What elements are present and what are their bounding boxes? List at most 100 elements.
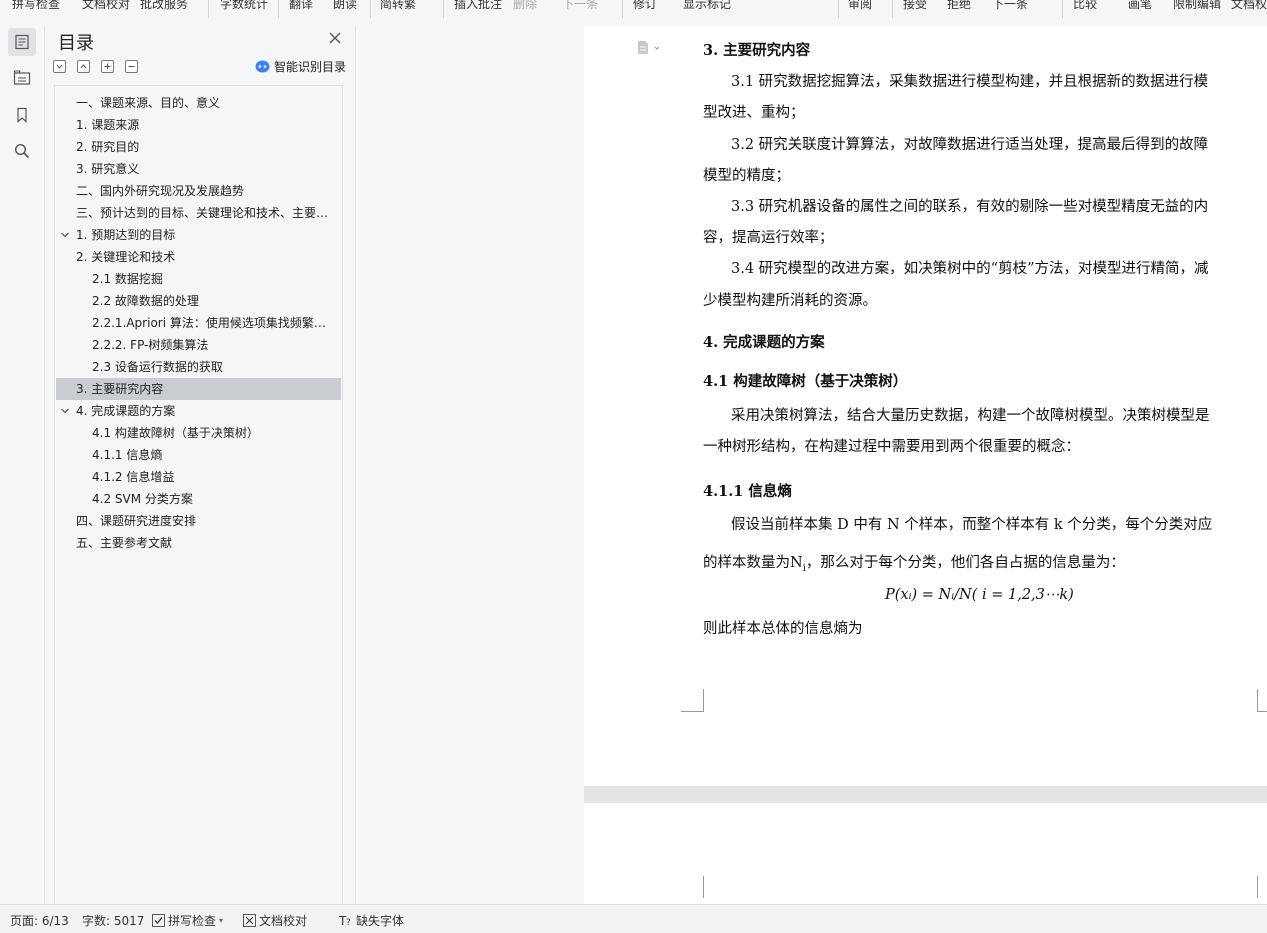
- paragraph-4-1-1-cont: 的样本数量为Ni，那么对于每个分类，他们各自占据的信息量为：: [703, 555, 1125, 574]
- chapter-icon: [13, 70, 31, 85]
- toc-item[interactable]: 2.2.1.Apriori 算法：使用候选项集找频繁项集: [56, 312, 334, 334]
- ribbon-translate[interactable]: 翻译: [289, 0, 313, 14]
- heading-4: 4. 完成课题的方案: [703, 334, 825, 351]
- paragraph-3-1: 3.1 研究数据挖掘算法，采集数据进行模型构建，并且根据新的数据进行模: [731, 74, 1209, 90]
- chapter-nav-button[interactable]: [8, 64, 36, 92]
- paragraph-4-1-1: 假设当前样本集 D 中有 N 个样本，而整个样本有 k 个分类，每个分类对应: [731, 517, 1213, 533]
- review-ribbon: 拼写检查 文档校对 批改服务 字数统计 翻译 朗读 简转繁 插入批注 删除 下一…: [0, 0, 1267, 27]
- check-box-icon: [152, 914, 165, 927]
- ribbon-restrict-editing[interactable]: 限制编辑: [1173, 0, 1221, 14]
- smart-toc-label: 智能识别目录: [274, 60, 347, 74]
- page-indicator[interactable]: 页面: 6/13: [10, 912, 69, 929]
- toc-icon: [15, 34, 29, 50]
- ribbon-insert-comment[interactable]: 插入批注: [454, 0, 502, 14]
- word-count[interactable]: 字数: 5017: [82, 912, 144, 929]
- ribbon-next-comment[interactable]: 下一条: [562, 0, 598, 14]
- search-button[interactable]: [8, 137, 36, 165]
- expand-toggle[interactable]: [60, 229, 70, 239]
- toc-list: 一、课题来源、目的、意义 1. 课题来源 2. 研究目的 3. 研究意义 二、国…: [54, 85, 343, 905]
- toc-item[interactable]: 2. 关键理论和技术: [56, 246, 341, 268]
- ribbon-simp-trad[interactable]: 简转繁: [380, 0, 416, 14]
- toc-item[interactable]: 二、国内外研究现况及发展趋势: [56, 180, 341, 202]
- svg-text:?: ?: [346, 918, 351, 927]
- ai-robot-icon: [255, 60, 270, 73]
- toc-item[interactable]: 2.2 故障数据的处理: [56, 290, 341, 312]
- toc-item[interactable]: 1. 课题来源: [56, 114, 341, 136]
- toc-item[interactable]: 2.1 数据挖掘: [56, 268, 341, 290]
- paragraph-3-3: 3.3 研究机器设备的属性之间的联系，有效的剔除一些对模型精度无益的内: [731, 199, 1209, 215]
- ribbon-show-markup[interactable]: 显示标记: [683, 0, 731, 14]
- toc-item[interactable]: 2.2.2. FP-树频集算法: [56, 334, 341, 356]
- collapse-all-button[interactable]: [77, 60, 90, 73]
- crop-mark: [1257, 689, 1267, 712]
- chevron-down-icon: ▾: [219, 916, 224, 925]
- next-page: [584, 803, 1267, 904]
- chevron-down-icon: [61, 232, 69, 238]
- paragraph-3-2-cont: 模型的精度；: [703, 168, 790, 184]
- chevron-up-icon: [80, 64, 87, 69]
- navigation-sidebar: [0, 26, 45, 904]
- remove-heading-button[interactable]: [125, 60, 138, 73]
- toc-item[interactable]: 3. 研究意义: [56, 158, 341, 180]
- spell-check-label: 拼写检查: [168, 914, 217, 928]
- proofread-label: 文档校对: [259, 914, 308, 928]
- search-icon: [14, 143, 30, 159]
- smart-toc-button[interactable]: 智能识别目录: [255, 58, 346, 75]
- ribbon-proofread[interactable]: 文档校对: [82, 0, 130, 14]
- toc-item[interactable]: 1. 预期达到的目标: [56, 224, 341, 246]
- toc-item[interactable]: 三、预计达到的目标、关键理论和技术、主要研究内容、完成课题的方案: [56, 202, 334, 224]
- bookmark-button[interactable]: [8, 101, 36, 129]
- missing-font-label: 缺失字体: [356, 914, 405, 928]
- paragraph-3-4: 3.4 研究模型的改进方案，如决策树中的“剪枝”方法，对模型进行精简，减: [731, 261, 1209, 277]
- toc-item[interactable]: 4.1.2 信息增益: [56, 466, 341, 488]
- paragraph-3-3-cont: 容，提高运行效率；: [703, 230, 834, 246]
- toc-item[interactable]: 4. 完成课题的方案: [56, 400, 341, 422]
- ribbon-delete-comment[interactable]: 删除: [513, 0, 537, 14]
- paragraph-layout-icon[interactable]: [636, 40, 664, 56]
- ribbon-doc-permission[interactable]: 文档权: [1231, 0, 1267, 14]
- heading-3: 3. 主要研究内容: [703, 42, 811, 59]
- ribbon-spell-check[interactable]: 拼写检查: [12, 0, 60, 14]
- plus-icon: [104, 63, 111, 70]
- status-bar: 页面: 6/13 字数: 5017 拼写检查 ▾ 文档校对 T? 缺失字体: [0, 904, 1267, 933]
- proofread-status[interactable]: 文档校对: [243, 912, 307, 929]
- ribbon-compare[interactable]: 比较: [1073, 0, 1097, 14]
- toc-item[interactable]: 2. 研究目的: [56, 136, 341, 158]
- paragraph-entropy: 则此样本总体的信息熵为: [703, 621, 863, 637]
- toc-item[interactable]: 五、主要参考文献: [56, 532, 341, 554]
- paragraph-4-1-cont: 一种树形结构，在构建过程中需要用到两个很重要的概念：: [703, 439, 1080, 455]
- ribbon-accept[interactable]: 接受: [903, 0, 927, 14]
- toc-item[interactable]: 4.1.1 信息熵: [56, 444, 341, 466]
- ribbon-next-change[interactable]: 下一条: [992, 0, 1028, 14]
- missing-font-icon: T?: [339, 914, 351, 927]
- expand-all-button[interactable]: [53, 60, 66, 73]
- toc-item[interactable]: 4.1 构建故障树（基于决策树）: [56, 422, 341, 444]
- toc-item[interactable]: 2.3 设备运行数据的获取: [56, 356, 341, 378]
- document-page: 3. 主要研究内容 3.1 研究数据挖掘算法，采集数据进行模型构建，并且根据新的…: [584, 26, 1267, 786]
- missing-font-status[interactable]: T? 缺失字体: [339, 912, 404, 929]
- spell-check-status[interactable]: 拼写检查 ▾: [152, 912, 223, 929]
- toc-item-selected[interactable]: 3. 主要研究内容: [56, 378, 341, 400]
- paragraph-3-1-cont: 型改进、重构；: [703, 105, 805, 121]
- formula: P(xᵢ) = Nᵢ/N( i = 1,2,3⋯k): [885, 587, 1074, 603]
- paragraph-4-1: 采用决策树算法，结合大量历史数据，构建一个故障树模型。决策树模型是: [731, 408, 1210, 424]
- ribbon-pen[interactable]: 画笔: [1128, 0, 1152, 14]
- heading-4-1: 4.1 构建故障树（基于决策树）: [703, 373, 908, 390]
- ribbon-track-changes[interactable]: 修订: [633, 0, 657, 14]
- toc-panel: 目录 智能识别目录 一、课题来源、目的、意义 1. 课题来源 2. 研究目的 3…: [45, 26, 356, 905]
- toc-item[interactable]: 4.2 SVM 分类方案: [56, 488, 341, 510]
- ribbon-read-aloud[interactable]: 朗读: [333, 0, 357, 14]
- close-icon[interactable]: [327, 30, 343, 46]
- ribbon-review[interactable]: 审阅: [848, 0, 872, 14]
- toc-item[interactable]: 四、课题研究进度安排: [56, 510, 341, 532]
- add-heading-button[interactable]: [101, 60, 114, 73]
- ribbon-correction-service[interactable]: 批改服务: [140, 0, 188, 14]
- ribbon-reject[interactable]: 拒绝: [947, 0, 971, 14]
- ribbon-word-count[interactable]: 字数统计: [220, 0, 268, 14]
- toc-item[interactable]: 一、课题来源、目的、意义: [56, 92, 341, 114]
- minus-icon: [128, 66, 135, 67]
- toc-panel-button[interactable]: [8, 28, 36, 56]
- toc-title: 目录: [58, 33, 94, 54]
- crop-mark: [1257, 876, 1267, 898]
- heading-4-1-1: 4.1.1 信息熵: [703, 483, 792, 500]
